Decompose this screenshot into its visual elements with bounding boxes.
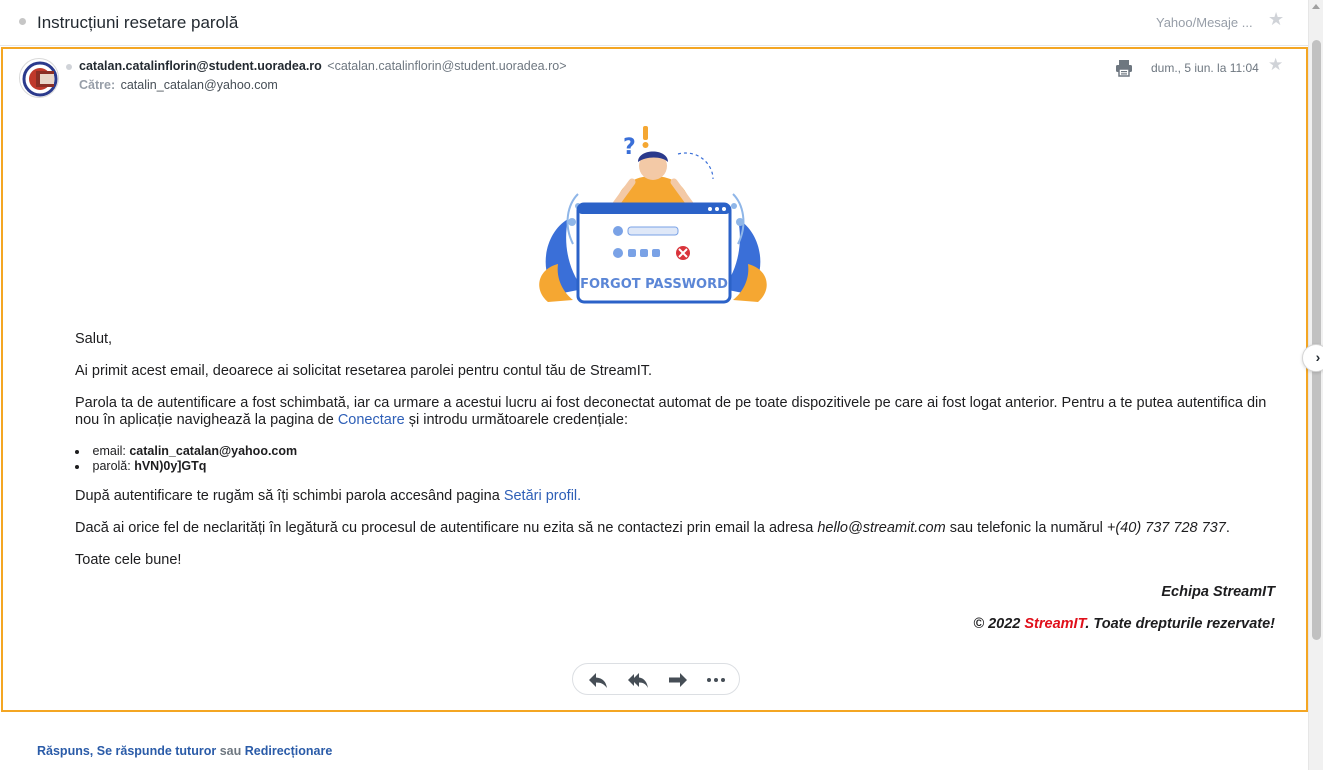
message-date: dum., 5 iun. la 11:04 bbox=[1151, 61, 1259, 75]
list-item: parolă: hVN)0y]GTq bbox=[75, 459, 1275, 474]
print-icon[interactable] bbox=[1115, 59, 1133, 77]
password-label: parolă: bbox=[92, 459, 135, 473]
illustration-caption: FORGOT PASSWORD bbox=[580, 277, 728, 292]
to-label: Către: bbox=[79, 78, 116, 92]
contact-email: hello@streamit.com bbox=[817, 520, 946, 536]
unread-indicator[interactable] bbox=[19, 18, 26, 25]
message-body: Salut, Ai primit acest email, deoarece a… bbox=[75, 331, 1275, 648]
contact-paragraph: Dacă ai orice fel de neclarități în legă… bbox=[75, 520, 1275, 537]
sender-name[interactable]: catalan.catalinflorin@student.uoradea.ro bbox=[79, 59, 322, 73]
login-link[interactable]: Conectare bbox=[338, 412, 405, 428]
greeting: Salut, bbox=[75, 331, 113, 347]
credential-password: hVN)0y]GTq bbox=[134, 459, 207, 473]
chevron-right-icon[interactable]: › bbox=[1302, 344, 1323, 372]
scroll-thumb[interactable] bbox=[1312, 40, 1321, 640]
copyright-brand: StreamIT bbox=[1024, 616, 1086, 632]
recipient-line: Către: catalin_catalan@yahoo.com bbox=[79, 78, 278, 92]
contact-phone: +(40) 737 728 737 bbox=[1106, 520, 1226, 536]
avatar[interactable] bbox=[19, 58, 59, 98]
reply-all-icon[interactable] bbox=[627, 670, 649, 690]
copyright-year: © 2022 bbox=[973, 616, 1025, 632]
scrollbar[interactable] bbox=[1308, 0, 1323, 770]
page-title: Instrucțiuni resetare parolă bbox=[37, 13, 239, 32]
sender-line: catalan.catalinflorin@student.uoradea.ro… bbox=[79, 59, 567, 73]
message-card: catalan.catalinflorin@student.uoradea.ro… bbox=[1, 47, 1308, 712]
subject-bar: Instrucțiuni resetare parolă Yahoo/Mesaj… bbox=[0, 0, 1308, 46]
comma-separator: , bbox=[89, 744, 94, 758]
forward-icon[interactable] bbox=[667, 670, 689, 690]
email-label: email: bbox=[92, 444, 130, 458]
message-action-bar bbox=[572, 663, 740, 695]
forward-link[interactable]: Redirecționare bbox=[245, 744, 333, 758]
or-separator: sau bbox=[219, 744, 242, 758]
change-password-text: După autentificare te rugăm să îți schim… bbox=[75, 488, 504, 504]
credentials-text-end: și introdu următoarele credențiale: bbox=[404, 412, 628, 428]
copyright: © 2022 StreamIT. Toate drepturile rezerv… bbox=[75, 616, 1275, 633]
contact-text-mid: sau telefonic la numărul bbox=[945, 520, 1107, 536]
sender-status-dot bbox=[66, 64, 72, 70]
credentials-text: Parola ta de autentificare a fost schimb… bbox=[75, 395, 1267, 428]
credentials-list: email: catalin_catalan@yahoo.com parolă:… bbox=[75, 444, 1275, 474]
star-icon[interactable]: ★ bbox=[1268, 9, 1284, 30]
change-password-paragraph: După autentificare te rugăm să îți schim… bbox=[75, 488, 1275, 505]
reply-icon[interactable] bbox=[587, 670, 609, 690]
credential-email[interactable]: catalin_catalan@yahoo.com bbox=[129, 444, 297, 458]
reply-all-link[interactable]: Se răspunde tuturor bbox=[97, 744, 216, 758]
reply-link[interactable]: Răspuns bbox=[37, 744, 90, 758]
more-options-icon[interactable] bbox=[705, 670, 727, 690]
folder-label[interactable]: Yahoo/Mesaje ... bbox=[1156, 15, 1253, 30]
star-icon[interactable]: ★ bbox=[1268, 55, 1283, 75]
sender-address: <catalan.catalinflorin@student.uoradea.r… bbox=[327, 59, 567, 73]
closing: Toate cele bune! bbox=[75, 552, 182, 568]
intro-paragraph: Ai primit acest email, deoarece ai solic… bbox=[75, 363, 653, 379]
credentials-paragraph: Parola ta de autentificare a fost schimb… bbox=[75, 395, 1275, 429]
contact-text-end: . bbox=[1225, 520, 1230, 536]
scroll-up-arrow-icon[interactable] bbox=[1312, 4, 1320, 9]
signature: Echipa StreamIT bbox=[1161, 584, 1275, 600]
svg-text:?: ? bbox=[623, 135, 636, 160]
profile-settings-link[interactable]: Setări profil. bbox=[504, 488, 581, 504]
list-item: email: catalin_catalan@yahoo.com bbox=[75, 444, 1275, 459]
contact-text: Dacă ai orice fel de neclarități în legă… bbox=[75, 520, 818, 536]
recipient-address[interactable]: catalin_catalan@yahoo.com bbox=[121, 78, 278, 92]
copyright-rights: . Toate drepturile rezervate! bbox=[1085, 616, 1275, 632]
quick-reply-links: Răspuns, Se răspunde tuturor sau Redirec… bbox=[37, 744, 332, 758]
forgot-password-illustration: ? FORGOT PASSWORD bbox=[528, 124, 778, 314]
